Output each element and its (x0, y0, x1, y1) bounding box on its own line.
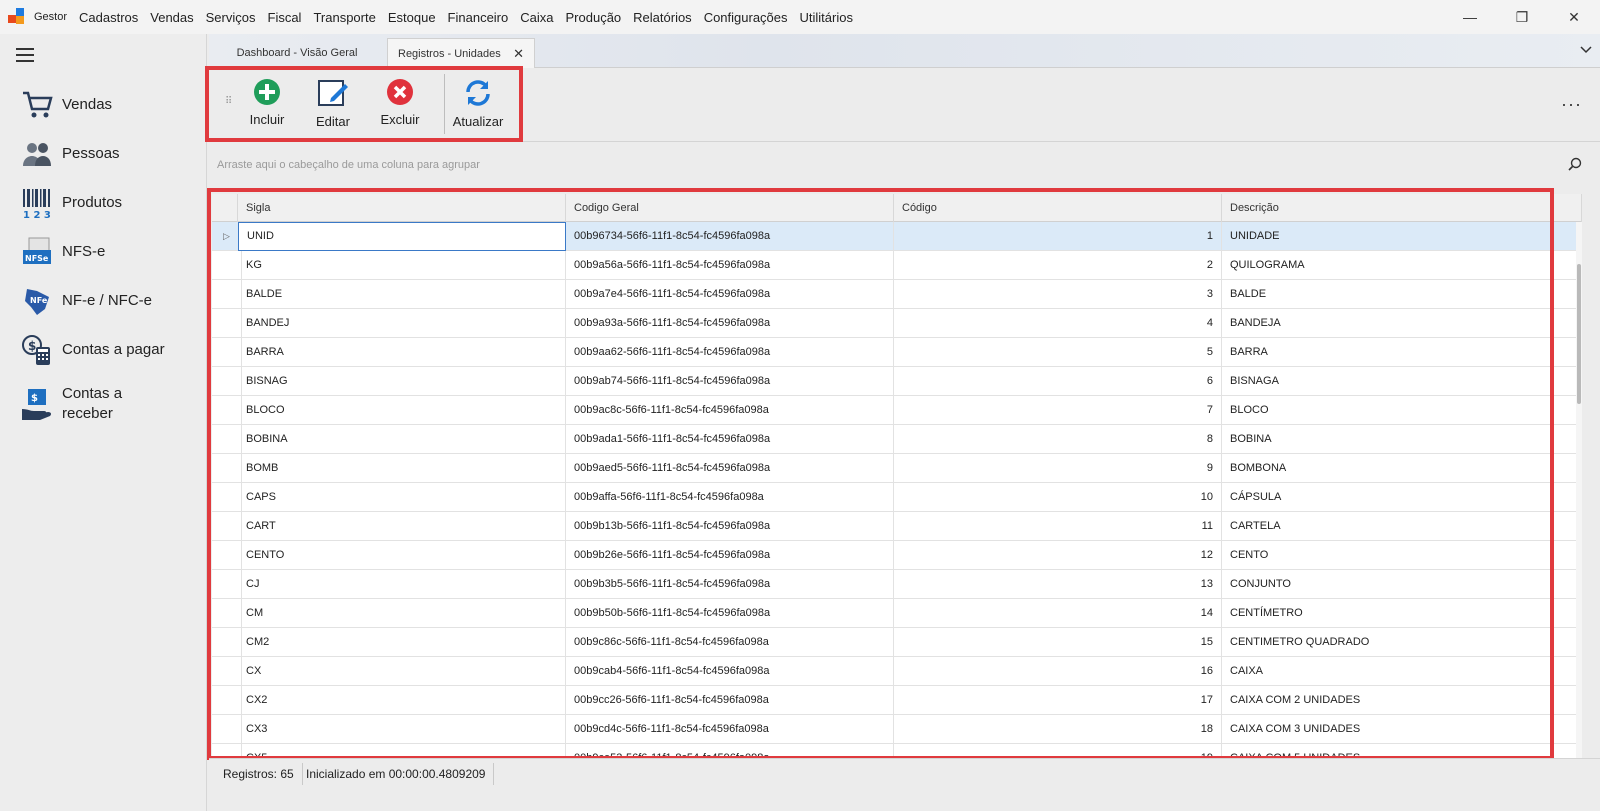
sidebar-item-contas-pagar[interactable]: $ Contas a pagar (20, 333, 200, 367)
svg-text:1 2 3: 1 2 3 (23, 210, 51, 219)
menu-financeiro[interactable]: Financeiro (442, 10, 515, 25)
sidebar-item-vendas[interactable]: Vendas (20, 88, 200, 122)
sidebar-item-label: NF-e / NFC-e (62, 292, 152, 309)
main-menu: Gestor Cadastros Vendas Serviços Fiscal … (34, 10, 859, 25)
tab-label: Registros - Unidades (398, 47, 501, 60)
menu-utilitarios[interactable]: Utilitários (794, 10, 859, 25)
close-window-button[interactable]: ✕ (1548, 0, 1600, 34)
menu-transporte[interactable]: Transporte (307, 10, 381, 25)
more-options-icon[interactable]: ··· (1561, 94, 1582, 115)
tab-registros-unidades[interactable]: Registros - Unidades ✕ (387, 38, 535, 68)
menu-configuracoes[interactable]: Configurações (698, 10, 794, 25)
hamburger-menu-icon[interactable] (16, 48, 34, 62)
cart-icon (20, 88, 54, 122)
sidebar-item-label: Contas a pagar (62, 341, 165, 358)
people-icon (20, 137, 54, 171)
svg-text:NFSe: NFSe (25, 254, 49, 263)
vertical-scrollbar[interactable] (1576, 222, 1582, 772)
nfse-icon: NFSe (20, 235, 54, 269)
sidebar-item-nfse[interactable]: NFSe NFS-e (20, 235, 200, 269)
title-bar: Gestor Cadastros Vendas Serviços Fiscal … (0, 0, 1600, 34)
initialized-time: Inicializado em 00:00:00.4809209 (298, 763, 495, 785)
restore-button[interactable]: ❐ (1496, 0, 1548, 34)
menu-cadastros[interactable]: Cadastros (73, 10, 144, 25)
toolbar-highlight-box (205, 66, 523, 142)
menu-gestor[interactable]: Gestor (34, 11, 73, 23)
sidebar-item-pessoas[interactable]: Pessoas (20, 137, 200, 171)
chevron-down-icon[interactable] (1580, 43, 1592, 57)
receivables-icon: $ (20, 387, 54, 421)
sidebar-item-label: NFS-e (62, 243, 106, 260)
document-tabs: Dashboard - Visão Geral Registros - Unid… (209, 34, 1600, 68)
grid-highlight-box (207, 188, 1554, 760)
group-panel: Arraste aqui o cabeçalho de uma coluna p… (209, 143, 1600, 188)
sidebar-item-label: Pessoas (62, 145, 120, 162)
sidebar-item-label: Vendas (62, 96, 113, 113)
sidebar-item-label: Produtos (62, 194, 123, 211)
menu-caixa[interactable]: Caixa (514, 10, 559, 25)
tab-label: Dashboard - Visão Geral (236, 47, 358, 59)
scrollbar-thumb[interactable] (1577, 264, 1581, 404)
sidebar-item-nfe[interactable]: NFe NF-e / NFC-e (20, 284, 200, 318)
minimize-button[interactable]: — (1444, 0, 1496, 34)
status-bar: Registros: 65 Inicializado em 00:00:00.4… (209, 758, 1600, 788)
menu-fiscal[interactable]: Fiscal (262, 10, 308, 25)
svg-text:$: $ (31, 393, 38, 404)
records-count: Registros: 65 (215, 763, 303, 785)
svg-text:$: $ (28, 339, 36, 353)
sidebar-item-label: Contas a receber (62, 385, 123, 422)
nfe-icon: NFe (20, 284, 54, 318)
sidebar-item-contas-receber[interactable]: $ Contas a receber (20, 384, 200, 424)
svg-text:NFe: NFe (30, 296, 48, 305)
menu-relatorios[interactable]: Relatórios (627, 10, 698, 25)
barcode-icon: 1 2 3 (20, 186, 54, 220)
menu-vendas[interactable]: Vendas (144, 10, 199, 25)
sidebar: Vendas Pessoas 1 2 3 Produtos NFSe NFS-e… (0, 34, 207, 811)
tab-dashboard[interactable]: Dashboard - Visão Geral (209, 38, 385, 68)
close-tab-icon[interactable]: ✕ (513, 46, 524, 62)
search-icon[interactable] (1568, 157, 1582, 176)
group-hint-text: Arraste aqui o cabeçalho de uma coluna p… (217, 159, 480, 171)
window-controls: — ❐ ✕ (1444, 0, 1600, 34)
menu-servicos[interactable]: Serviços (200, 10, 262, 25)
menu-estoque[interactable]: Estoque (382, 10, 442, 25)
menu-producao[interactable]: Produção (560, 10, 628, 25)
sidebar-item-produtos[interactable]: 1 2 3 Produtos (20, 186, 200, 220)
app-logo-icon (8, 8, 26, 26)
payables-icon: $ (20, 333, 54, 367)
